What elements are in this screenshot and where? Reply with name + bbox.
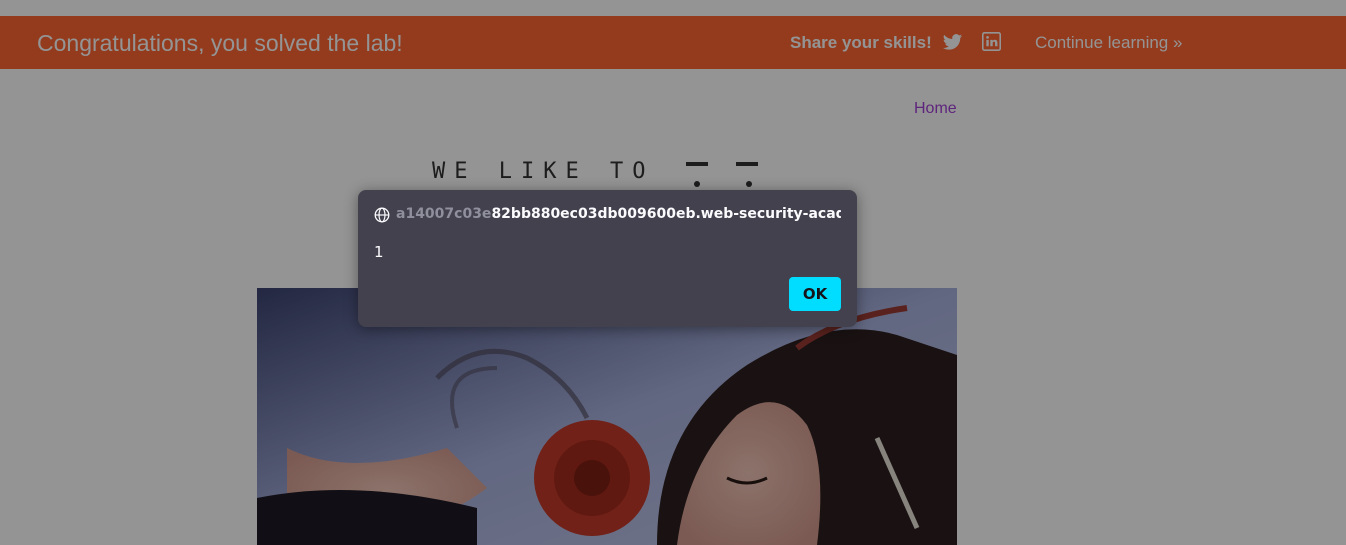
ok-button[interactable]: OK	[789, 277, 841, 311]
dialog-message: 1	[374, 243, 384, 261]
origin-domain: 82bb880ec03db009600eb.web-security-acade…	[491, 206, 841, 222]
globe-icon	[374, 207, 390, 223]
dialog-origin: a14007c03e82bb880ec03db009600eb.web-secu…	[396, 206, 841, 222]
origin-prefix: a14007c03e	[396, 206, 492, 222]
alert-dialog: a14007c03e82bb880ec03db009600eb.web-secu…	[358, 190, 857, 327]
